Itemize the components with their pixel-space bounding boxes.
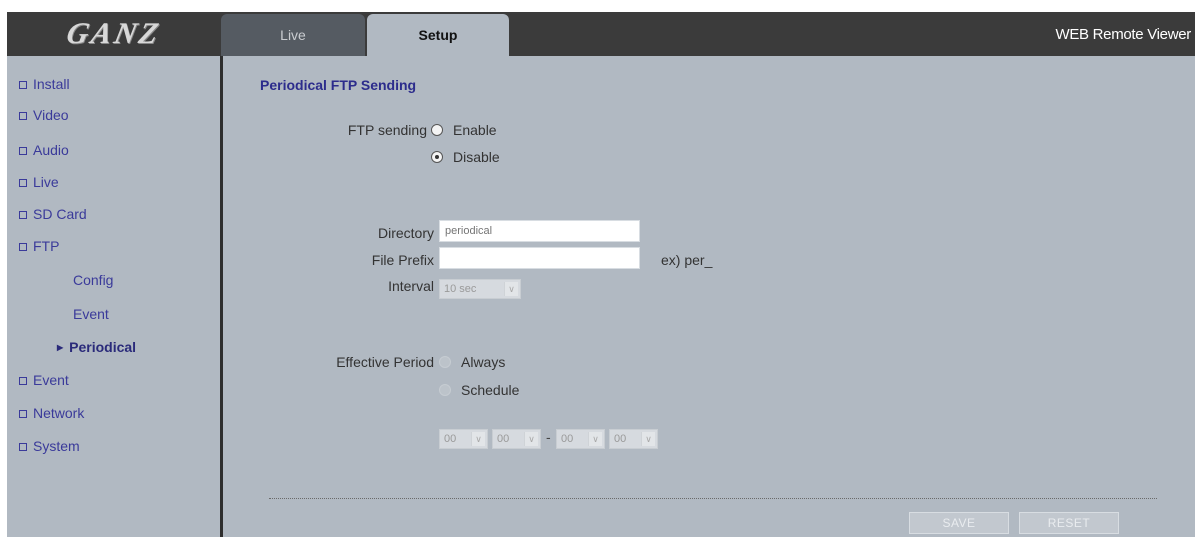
directory-input[interactable]: [439, 220, 640, 242]
ganz-logo: GANZ: [7, 12, 220, 56]
ftp-disable-label: Disable: [453, 149, 500, 165]
sidebar-item-label: Install: [33, 76, 70, 92]
expand-icon: [19, 410, 27, 418]
setup-content: Periodical FTP Sending FTP sending Enabl…: [223, 56, 1195, 537]
sidebar-item-label: Video: [33, 107, 69, 123]
start-minute-select[interactable]: 00 ∨: [492, 429, 541, 449]
effective-period-label: Effective Period: [336, 354, 434, 370]
ftp-sending-label: FTP sending: [347, 122, 427, 138]
sidebar-item-label: Audio: [33, 142, 69, 158]
end-hour-value: 00: [561, 433, 574, 445]
end-hour-select[interactable]: 00 ∨: [556, 429, 605, 449]
sidebar-item-label: Event: [33, 372, 69, 388]
end-minute-value: 00: [614, 433, 627, 445]
file-prefix-hint: ex) per_: [661, 252, 713, 268]
period-always-label: Always: [461, 354, 506, 370]
sidebar-item-label: SD Card: [33, 206, 87, 222]
expand-icon: [19, 147, 27, 155]
chevron-down-icon: ∨: [641, 432, 655, 446]
period-schedule-radio[interactable]: [439, 384, 451, 396]
interval-label: Interval: [388, 278, 434, 294]
sidebar-item-event[interactable]: Event: [19, 370, 69, 390]
chevron-down-icon: ∨: [588, 432, 602, 446]
chevron-down-icon: ∨: [471, 432, 485, 446]
expand-icon: [19, 443, 27, 451]
directory-label: Directory: [377, 225, 434, 241]
sidebar-subitem-event[interactable]: Event: [73, 304, 109, 324]
period-schedule-option[interactable]: Schedule: [439, 382, 519, 398]
sidebar-item-label: Network: [33, 405, 85, 421]
expand-icon: [19, 377, 27, 385]
end-minute-select[interactable]: 00 ∨: [609, 429, 658, 449]
sidebar-subitem-config[interactable]: Config: [73, 270, 113, 290]
expand-icon: [19, 81, 27, 89]
sidebar-item-network[interactable]: Network: [19, 403, 84, 423]
ftp-disable-option[interactable]: Disable: [431, 149, 500, 165]
sidebar-subitem-periodical[interactable]: ▶ Periodical: [57, 337, 136, 357]
sidebar-item-audio[interactable]: Audio: [19, 140, 69, 160]
sidebar-item-sd-card[interactable]: SD Card: [19, 204, 87, 224]
interval-select[interactable]: 10 sec ∨: [439, 279, 521, 299]
viewer-title: WEB Remote Viewer: [1055, 25, 1191, 43]
sidebar-item-system[interactable]: System: [19, 436, 80, 456]
tab-live-label: Live: [280, 27, 306, 43]
file-prefix-label: File Prefix: [371, 252, 434, 268]
sidebar-item-ftp[interactable]: FTP: [19, 236, 59, 256]
sidebar-item-live[interactable]: Live: [19, 172, 59, 192]
period-always-option[interactable]: Always: [439, 354, 505, 370]
file-prefix-input[interactable]: [439, 247, 640, 269]
collapse-icon: [19, 243, 27, 251]
page-title: Periodical FTP Sending: [260, 77, 417, 93]
start-minute-value: 00: [497, 433, 510, 445]
tab-setup-label: Setup: [418, 27, 458, 43]
sidebar-item-label: Periodical: [69, 339, 137, 355]
sidebar-item-label: System: [33, 438, 80, 454]
expand-icon: [19, 112, 27, 120]
interval-value: 10 sec: [444, 283, 477, 295]
ftp-disable-radio[interactable]: [431, 151, 443, 163]
start-hour-value: 00: [444, 433, 457, 445]
sidebar: Install Video Audio Live SD Card FTP Con…: [7, 56, 220, 537]
sidebar-item-video[interactable]: Video: [19, 105, 69, 125]
ftp-enable-label: Enable: [453, 122, 497, 138]
reset-button[interactable]: RESET: [1019, 512, 1119, 534]
period-schedule-label: Schedule: [461, 382, 520, 398]
sidebar-item-label: FTP: [33, 238, 60, 254]
logo-text: GANZ: [63, 17, 164, 50]
period-always-radio[interactable]: [439, 356, 451, 368]
divider: [269, 498, 1157, 499]
save-button[interactable]: SAVE: [909, 512, 1009, 534]
ftp-enable-radio[interactable]: [431, 124, 443, 136]
time-separator: -: [546, 429, 551, 445]
chevron-down-icon: ∨: [504, 282, 518, 296]
tab-setup[interactable]: Setup: [367, 14, 509, 56]
app-frame: GANZ Live Setup WEB Remote Viewer Instal…: [7, 12, 1195, 537]
ftp-enable-option[interactable]: Enable: [431, 122, 497, 138]
sidebar-item-label: Live: [33, 174, 59, 190]
tab-live[interactable]: Live: [221, 14, 365, 56]
start-hour-select[interactable]: 00 ∨: [439, 429, 488, 449]
expand-icon: [19, 211, 27, 219]
expand-icon: [19, 179, 27, 187]
top-bar: GANZ Live Setup WEB Remote Viewer: [7, 12, 1195, 56]
sidebar-item-install[interactable]: Install: [19, 74, 70, 94]
chevron-down-icon: ∨: [524, 432, 538, 446]
arrow-right-icon: ▶: [57, 342, 64, 352]
sidebar-item-label: Config: [73, 272, 114, 288]
sidebar-item-label: Event: [73, 306, 109, 322]
